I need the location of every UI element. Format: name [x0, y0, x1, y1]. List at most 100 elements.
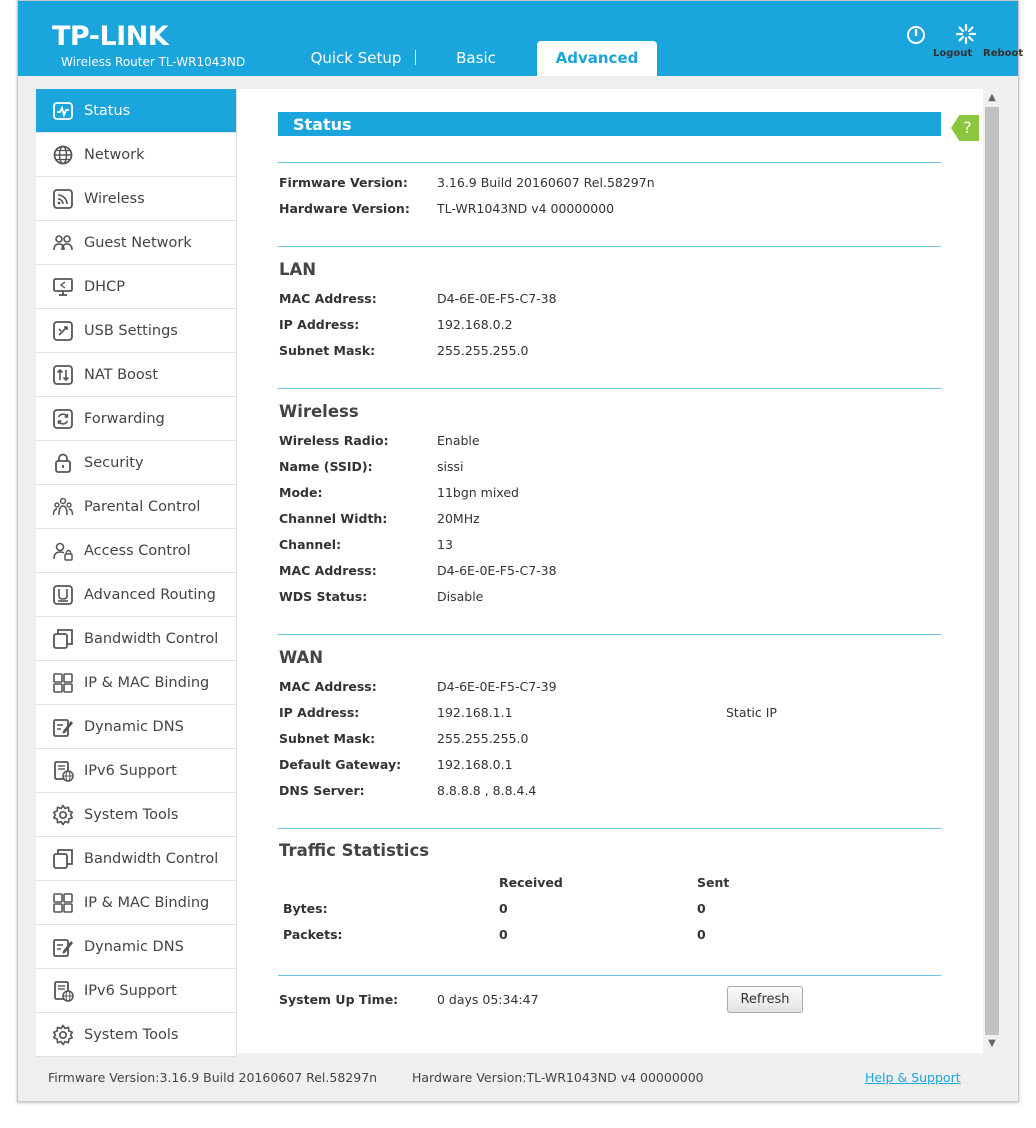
footer-firmware: Firmware Version:3.16.9 Build 20160607 R…: [48, 1070, 378, 1085]
sidebar-item-label: IP & MAC Binding: [84, 674, 210, 691]
wan-dns-value: 8.8.8.8 , 8.8.4.4: [437, 783, 537, 798]
routing-icon: [53, 584, 73, 605]
bytes-received: 0: [499, 901, 508, 916]
sidebar-item-ip-and-mac-binding[interactable]: IP & MAC Binding: [36, 881, 236, 925]
sidebar-item-nat-boost[interactable]: NAT Boost: [36, 353, 236, 397]
wireless-ssid-value: sissi: [437, 459, 464, 474]
logout-button[interactable]: Logout: [891, 23, 972, 59]
sidebar-item-system-tools[interactable]: System Tools: [36, 793, 236, 837]
firmware-label: Firmware Version:: [279, 175, 408, 190]
header-bar: TP-LINK Wireless Router TL-WR1043ND Quic…: [18, 1, 1023, 76]
scroll-up-icon[interactable]: ▲: [986, 92, 998, 104]
sidebar-item-status[interactable]: Status: [36, 89, 236, 133]
wireless-radio-label: Wireless Radio:: [279, 433, 389, 448]
user-lock-icon: [53, 542, 73, 561]
sidebar-item-guest-network[interactable]: Guest Network: [36, 221, 236, 265]
scroll-down-icon[interactable]: ▼: [986, 1038, 998, 1050]
wan-connection-type: Static IP: [726, 705, 777, 720]
ipv6-icon: [54, 760, 74, 782]
sidebar-item-ipv6-support[interactable]: IPv6 Support: [36, 969, 236, 1013]
help-icon[interactable]: ?: [951, 115, 979, 141]
sidebar-item-advanced-routing[interactable]: Advanced Routing: [36, 573, 236, 617]
edit-icon: [53, 938, 73, 957]
section-divider: [278, 162, 941, 163]
reboot-label: Reboot: [983, 48, 1024, 59]
sidebar-item-access-control[interactable]: Access Control: [36, 529, 236, 573]
sidebar-item-label: IP & MAC Binding: [84, 894, 210, 911]
guest-icon: [53, 234, 73, 250]
sidebar-item-label: Guest Network: [84, 234, 192, 251]
scrollbar[interactable]: ▲ ▼: [983, 89, 1001, 1053]
lan-mask-label: Subnet Mask:: [279, 343, 376, 358]
sidebar-item-system-tools[interactable]: System Tools: [36, 1013, 236, 1057]
reboot-button[interactable]: Reboot: [941, 23, 1023, 59]
wan-mac-label: MAC Address:: [279, 679, 377, 694]
family-icon: [52, 497, 74, 515]
sidebar-item-dynamic-dns[interactable]: Dynamic DNS: [36, 925, 236, 969]
hardware-value: TL-WR1043ND v4 00000000: [437, 201, 615, 216]
sidebar-item-network[interactable]: Network: [36, 133, 236, 177]
sidebar-item-forwarding[interactable]: Forwarding: [36, 397, 236, 441]
logout-label: Logout: [933, 48, 973, 59]
sidebar-item-label: Security: [84, 454, 144, 471]
sidebar-item-label: IPv6 Support: [84, 762, 177, 779]
sidebar-item-parental-control[interactable]: Parental Control: [36, 485, 236, 529]
sidebar-item-label: Dynamic DNS: [84, 938, 184, 955]
wan-mac-value: D4-6E-0E-F5-C7-39: [437, 679, 557, 694]
help-support-link[interactable]: Help & Support: [865, 1070, 961, 1085]
lock-icon: [55, 453, 71, 473]
section-divider: [278, 975, 941, 976]
received-header: Received: [499, 875, 563, 890]
wireless-mac-value: D4-6E-0E-F5-C7-38: [437, 563, 557, 578]
lan-title: LAN: [279, 260, 317, 279]
hardware-label: Hardware Version:: [279, 201, 410, 216]
sidebar-item-label: Wireless: [84, 190, 145, 207]
ipv6-icon: [54, 980, 74, 1002]
sidebar-item-security[interactable]: Security: [36, 441, 236, 485]
sidebar-item-label: Dynamic DNS: [84, 718, 184, 735]
sidebar-item-label: Status: [84, 102, 131, 119]
sidebar-item-dhcp[interactable]: DHCP: [36, 265, 236, 309]
scroll-thumb[interactable]: [985, 107, 999, 1035]
sidebar-item-label: Advanced Routing: [84, 586, 216, 603]
wireless-mode-label: Mode:: [279, 485, 323, 500]
tab-advanced[interactable]: Advanced: [537, 41, 657, 76]
tab-quick-setup[interactable]: Quick Setup: [296, 41, 416, 76]
wan-title: WAN: [279, 648, 324, 667]
wan-gateway-label: Default Gateway:: [279, 757, 402, 772]
sent-header: Sent: [697, 875, 730, 890]
sidebar-item-usb-settings[interactable]: USB Settings: [36, 309, 236, 353]
sidebar-item-label: Bandwidth Control: [84, 630, 219, 647]
wireless-radio-value: Enable: [437, 433, 480, 448]
gear-icon: [52, 1024, 74, 1045]
sidebar-item-bandwidth-control[interactable]: Bandwidth Control: [36, 617, 236, 661]
footer-hardware: Hardware Version:TL-WR1043ND v4 00000000: [412, 1070, 704, 1085]
sidebar-item-label: Forwarding: [84, 410, 165, 427]
sidebar-item-label: DHCP: [84, 278, 125, 295]
wan-dns-label: DNS Server:: [279, 783, 365, 798]
sidebar-item-wireless[interactable]: Wireless: [36, 177, 236, 221]
wireless-channel-label: Channel:: [279, 537, 342, 552]
sidebar-menu: Status Network Wireless Guest Network DHCP US…: [36, 89, 237, 1057]
sidebar-item-bandwidth-control[interactable]: Bandwidth Control: [36, 837, 236, 881]
sidebar-item-ipv6-support[interactable]: IPv6 Support: [36, 749, 236, 793]
status-panel: Status ? Firmware Version: 3.16.9 Build …: [237, 89, 1001, 1053]
wireless-title: Wireless: [279, 402, 359, 421]
refresh-button[interactable]: Refresh: [727, 986, 803, 1013]
sidebar-item-dynamic-dns[interactable]: Dynamic DNS: [36, 705, 236, 749]
packets-received: 0: [499, 927, 508, 942]
refresh-icon: [53, 408, 73, 429]
packets-label: Packets:: [283, 927, 343, 942]
wan-mask-value: 255.255.255.0: [437, 731, 529, 746]
sidebar-item-label: Bandwidth Control: [84, 850, 219, 867]
lan-ip-label: IP Address:: [279, 317, 360, 332]
wireless-mac-label: MAC Address:: [279, 563, 377, 578]
page-title: Status: [278, 112, 941, 136]
brand-logo: TP-LINK: [52, 21, 169, 52]
tab-basic[interactable]: Basic: [416, 41, 536, 76]
sidebar-item-ip-and-mac-binding[interactable]: IP & MAC Binding: [36, 661, 236, 705]
traffic-title: Traffic Statistics: [279, 841, 430, 860]
uptime-value: 0 days 05:34:47: [437, 992, 539, 1007]
wan-ip-label: IP Address:: [279, 705, 360, 720]
lan-mask-value: 255.255.255.0: [437, 343, 529, 358]
